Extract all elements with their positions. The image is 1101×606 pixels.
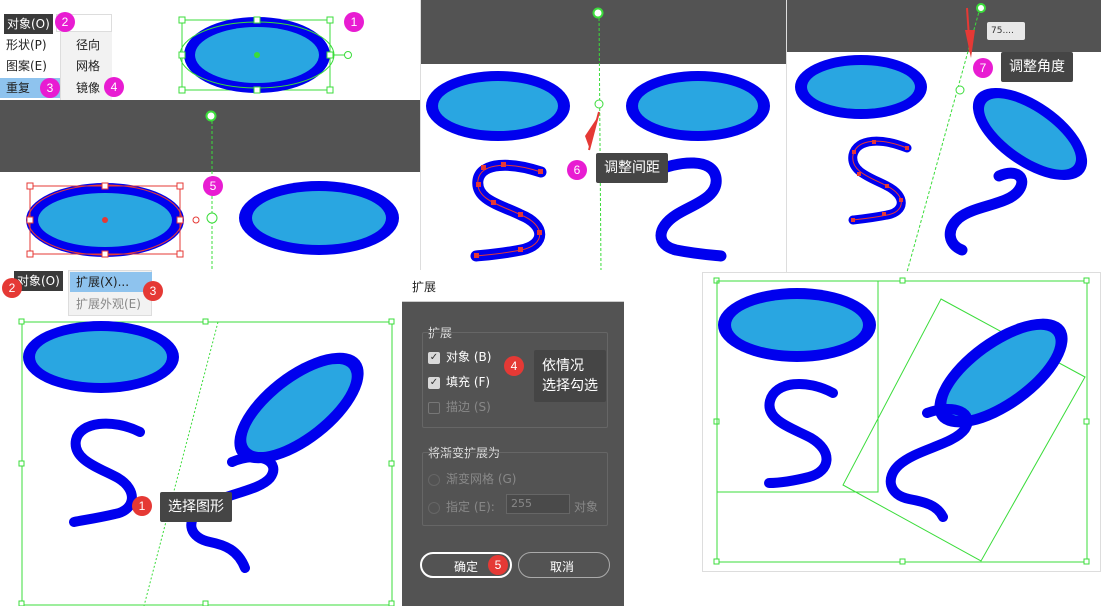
expand-selection-panel: 对象(O) 扩展(X)... 扩展外观(E) 2 3 1 选择图形 — [0, 270, 402, 606]
tip-adjust-angle: 调整角度 — [1001, 52, 1073, 82]
checkbox-fill-box[interactable]: ✓ — [428, 376, 440, 389]
repeat-menu-panel: 对象(O) 形状(P) 图案(E) 重复 径向 网格 镜像 2 3 4 — [0, 0, 148, 100]
radio-specify-dot[interactable] — [428, 501, 440, 514]
step-badge-4d: 4 — [504, 356, 524, 376]
radio-specify-label: 指定 (E): — [446, 500, 495, 514]
step-badge-2: 2 — [55, 12, 75, 32]
checkbox-fill-label: 填充 (F) — [446, 375, 491, 389]
radio-gradient-mesh[interactable]: 渐变网格 (G) — [428, 470, 516, 487]
tip-check-as-needed: 依情况 选择勾选 — [534, 350, 606, 402]
checkbox-object-label: 对象 (B) — [446, 350, 492, 364]
submenu-item-mirror[interactable]: 镜像 — [76, 78, 100, 98]
expand-selection-canvas — [18, 318, 395, 606]
radio-specify[interactable]: 指定 (E): — [428, 498, 495, 515]
expanded-result-canvas — [713, 277, 1090, 565]
checkbox-stroke[interactable]: 描边 (S) — [428, 398, 491, 415]
checkbox-fill[interactable]: ✓ 填充 (F) — [428, 373, 490, 390]
menu-item-shape[interactable]: 形状(P) — [6, 35, 47, 55]
spacing-canvas — [426, 7, 770, 272]
mirror-preview-panel: 5 — [0, 100, 420, 270]
checkbox-object-box[interactable]: ✓ — [428, 351, 440, 364]
submenu-item-grid[interactable]: 网格 — [76, 56, 100, 76]
dialog-title: 扩展 — [412, 280, 437, 294]
expand-dialog: 扩展 扩展 ✓ 对象 (B) ✓ 填充 (F) 描边 (S) 将渐变扩展为 渐变网格… — [402, 270, 624, 606]
angle-canvas — [795, 3, 1088, 272]
menu-object[interactable]: 对象(O) — [4, 14, 53, 34]
submenu-item-radial[interactable]: 径向 — [76, 35, 100, 55]
specify-count-input[interactable]: 255 — [506, 494, 570, 514]
step-badge-7: 7 — [973, 58, 993, 78]
ok-button-label: 确定 — [454, 560, 479, 574]
selected-ellipse-canvas — [178, 16, 352, 94]
step-badge-1: 1 — [344, 12, 364, 32]
radio-gradient-mesh-label: 渐变网格 (G) — [446, 472, 517, 486]
step-badge-6: 6 — [567, 160, 587, 180]
menu-item-pattern[interactable]: 图案(E) — [6, 56, 47, 76]
checkbox-object[interactable]: ✓ 对象 (B) — [428, 348, 491, 365]
radio-gradient-mesh-dot[interactable] — [428, 473, 440, 486]
specify-unit: 对象 — [574, 500, 599, 514]
step-badge-4: 4 — [104, 77, 124, 97]
selected-ellipse-panel: 1 — [148, 0, 366, 100]
spacing-panel: 6 调整间距 — [420, 0, 786, 272]
step-badge-5: 5 — [203, 176, 223, 196]
menu-item-repeat-label: 重复 — [6, 81, 31, 95]
angle-panel: 75.... 7 调整角度 — [786, 0, 1101, 272]
step-badge-5d: 5 — [488, 555, 508, 575]
tip-adjust-spacing: 调整间距 — [596, 153, 668, 183]
step-badge-1b: 1 — [132, 496, 152, 516]
checkbox-stroke-label: 描边 (S) — [446, 400, 491, 414]
expanded-result-panel — [702, 272, 1101, 572]
cancel-button-label: 取消 — [550, 560, 575, 574]
tip-select-shape: 选择图形 — [160, 492, 232, 522]
checkbox-stroke-box[interactable] — [428, 401, 440, 414]
step-badge-3: 3 — [40, 78, 60, 98]
